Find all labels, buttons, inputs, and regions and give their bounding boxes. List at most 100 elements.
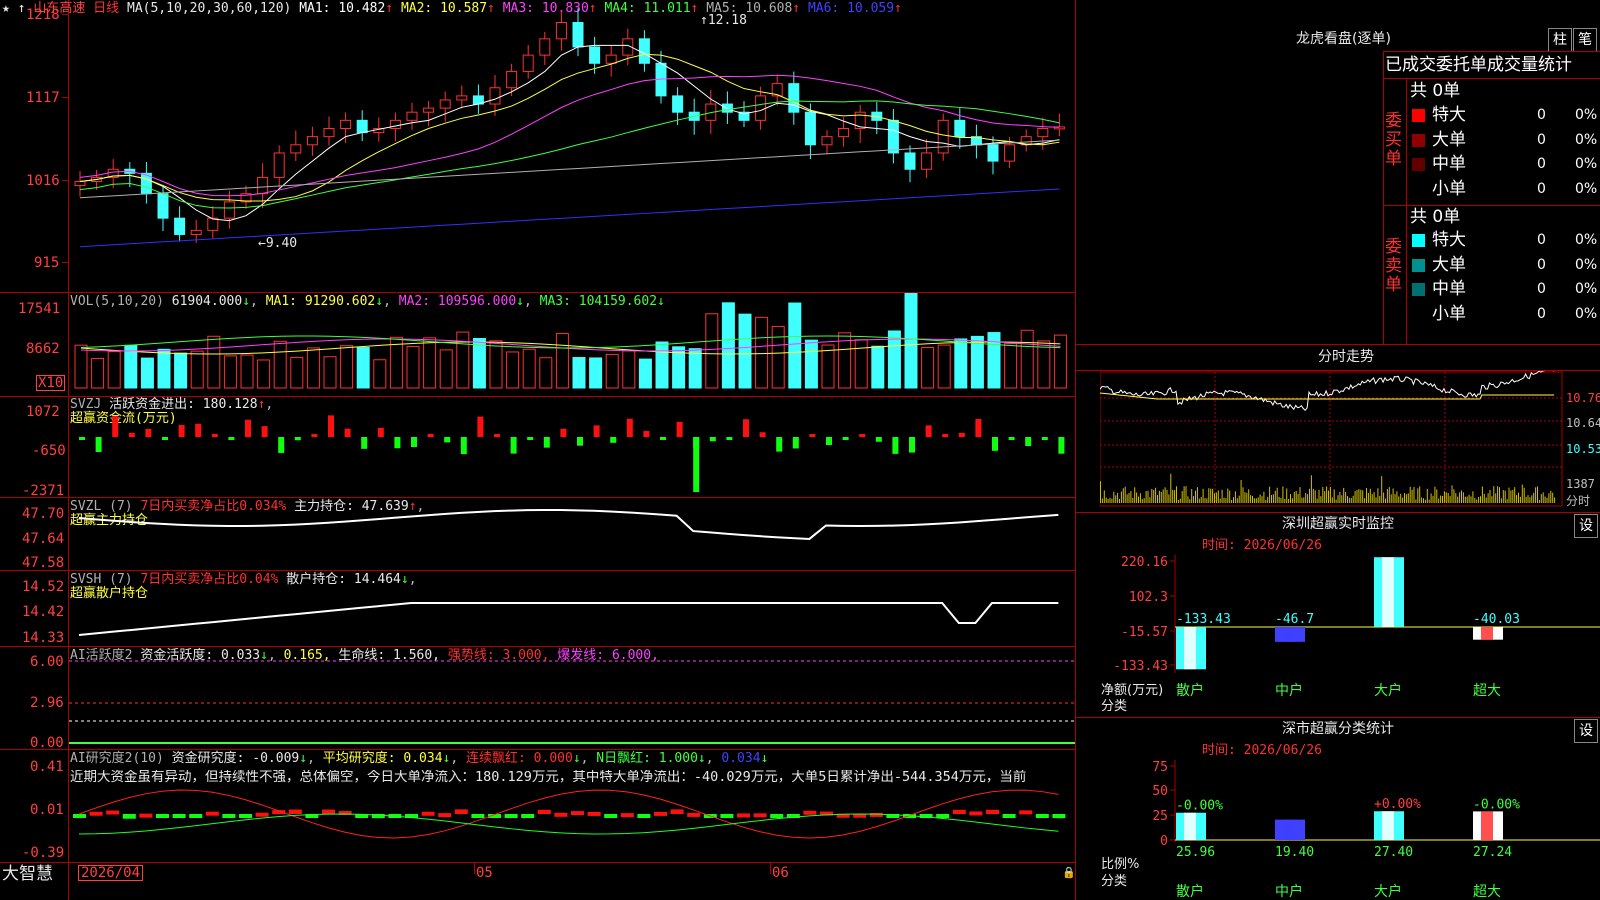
sc-settings-button[interactable]: 设 xyxy=(1574,719,1598,743)
lock-icon[interactable]: 🔒 xyxy=(1062,866,1076,880)
intraday-vol-bar xyxy=(1540,494,1542,503)
intraday-vol-bar xyxy=(1436,489,1438,503)
intraday-vol-bar xyxy=(1428,499,1430,503)
intraday-vol-bar xyxy=(1396,491,1398,503)
sc-xlabel: 分类 xyxy=(1101,874,1128,889)
intraday-vol-bar xyxy=(1478,497,1480,503)
research-bar xyxy=(156,814,169,818)
intraday-vol-bar xyxy=(1136,492,1138,503)
sz-settings-button[interactable]: 设 xyxy=(1574,514,1598,538)
retail-holding-chart[interactable] xyxy=(69,571,1075,646)
y-tick-label: -133.43 xyxy=(1113,659,1168,674)
fund-flow-bar xyxy=(942,434,949,437)
candle-body xyxy=(257,176,269,195)
intraday-vol-bar xyxy=(1445,492,1447,503)
research-bar xyxy=(986,809,999,814)
sell-row-pct: 0% xyxy=(1575,281,1598,297)
research-bar xyxy=(670,809,684,814)
fund-flow-bar xyxy=(958,432,965,437)
star-icon[interactable]: ★ xyxy=(2,1,10,16)
sz-ylabel: 净额(万元) xyxy=(1101,683,1164,698)
volume-bar xyxy=(140,357,154,389)
sell-row-pct: 0% xyxy=(1575,256,1598,273)
research-bar xyxy=(803,810,817,815)
bar-view-button[interactable]: 柱 xyxy=(1548,28,1572,52)
candle-body xyxy=(356,119,368,134)
candle-body xyxy=(904,152,916,170)
volume-bar xyxy=(954,338,968,389)
intraday-vol-bar xyxy=(1183,486,1185,503)
buy-row-pct: 0% xyxy=(1575,156,1598,172)
fund-flow-chart[interactable] xyxy=(69,397,1075,497)
sz-netflow-chart[interactable]: 220.16 102.3 -15.57 -133.43 -133.43 散户 -46.7 中户… xyxy=(1100,555,1600,715)
candle-body xyxy=(672,95,684,113)
research-bar xyxy=(222,814,236,818)
intraday-vol-bar xyxy=(1263,491,1265,503)
research-bar xyxy=(869,812,883,817)
intraday-vol-bar xyxy=(1305,492,1307,503)
fund-flow-bar xyxy=(411,437,417,447)
brand-logo[interactable]: 大智慧 xyxy=(2,864,53,884)
fund-flow-bar xyxy=(892,437,899,454)
research-chart[interactable] xyxy=(69,750,1075,862)
tick-view-button[interactable]: 笔 xyxy=(1573,28,1597,52)
intraday-vol-bar xyxy=(1350,498,1352,503)
intraday-vol-bar xyxy=(1440,495,1442,503)
intraday-chart[interactable] xyxy=(1100,371,1565,511)
intraday-vol-axis: 1387 xyxy=(1566,477,1595,491)
research-bar xyxy=(687,812,701,817)
candle-body xyxy=(290,144,302,154)
volume-bar xyxy=(572,357,586,389)
intraday-vol-bar xyxy=(1322,486,1324,503)
high-price-label: ↑12.18 xyxy=(700,13,747,28)
fund-flow-bar xyxy=(842,437,849,440)
month-06: 06 xyxy=(772,865,789,881)
intraday-vol-bar xyxy=(1282,486,1284,503)
bar-delta-label: -0.00% xyxy=(1176,799,1223,814)
intraday-vol-bar xyxy=(1191,488,1193,503)
fund-flow-bar xyxy=(560,428,567,437)
fund-flow-bar xyxy=(145,428,152,437)
intraday-vol-bar xyxy=(1138,496,1139,503)
intraday-vol-bar xyxy=(1424,499,1426,503)
volume-bar xyxy=(356,347,370,389)
fund-flow-bar xyxy=(128,432,135,437)
intraday-vol-bar xyxy=(1331,497,1333,503)
volume-bar xyxy=(157,348,171,389)
intraday-vol-bar xyxy=(1120,491,1122,503)
intraday-vol-bar xyxy=(1337,495,1339,503)
price-chart[interactable] xyxy=(69,0,1075,292)
sell-row-pct: 0% xyxy=(1575,305,1598,322)
activity-chart[interactable] xyxy=(69,647,1075,749)
sc-ratio-chart[interactable]: 75 50 25 0 25.96 散户 -0.00% 19.40 中户 27.40 大户 +0.00%… xyxy=(1100,760,1600,900)
ai2-axis-1: 0.41 xyxy=(30,759,64,775)
intraday-vol-bar xyxy=(1542,492,1544,503)
volume-bar xyxy=(622,350,636,389)
research-bar xyxy=(288,809,302,814)
intraday-vol-bar xyxy=(1250,495,1252,503)
intraday-vol-bar xyxy=(1176,486,1177,503)
fund-flow-bar xyxy=(859,434,866,437)
intraday-vol-bar xyxy=(1554,497,1556,503)
intraday-vol-bar xyxy=(1495,493,1497,503)
intraday-vol-bar xyxy=(1295,491,1297,503)
research-bar xyxy=(73,814,86,818)
fund-flow-bar xyxy=(792,437,799,449)
volume-chart[interactable] xyxy=(69,293,1075,396)
intraday-vol-bar xyxy=(1457,496,1459,503)
intraday-vol-bar xyxy=(1443,491,1445,503)
intraday-vol-bar xyxy=(1500,498,1502,503)
candle-body xyxy=(439,99,451,109)
intraday-vol-bar xyxy=(1225,498,1227,503)
main-holding-chart[interactable] xyxy=(69,498,1075,570)
buy-row-name: 大单 xyxy=(1432,129,1466,150)
intraday-vol-bar xyxy=(1464,496,1466,503)
intraday-vol-bar xyxy=(1386,489,1388,503)
sell-row-name: 小单 xyxy=(1432,303,1466,324)
candle-body xyxy=(921,152,933,170)
intraday-vol-bar xyxy=(1204,498,1206,503)
intraday-vol-bar xyxy=(1162,489,1164,503)
intraday-vol-bar xyxy=(1141,499,1143,503)
intraday-vol-bar xyxy=(1358,489,1360,503)
intraday-vol-bar xyxy=(1362,490,1364,503)
